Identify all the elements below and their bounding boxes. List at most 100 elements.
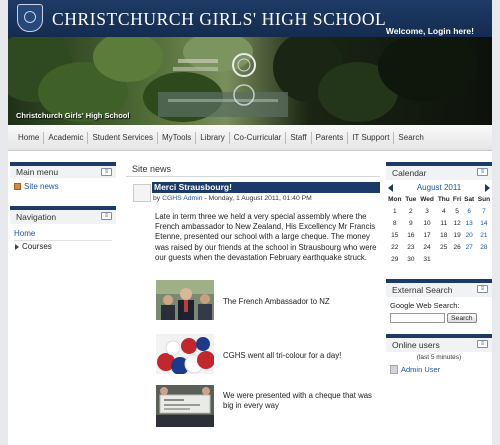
calendar-day[interactable]: 13 — [463, 217, 476, 229]
calendar-day[interactable]: 17 — [418, 229, 436, 241]
calendar-day[interactable]: 24 — [418, 241, 436, 253]
calendar-week: 8 9 10 11 12 13 14 — [386, 217, 492, 229]
block-control-icon[interactable]: ≡ — [101, 168, 112, 176]
calendar-day[interactable]: 31 — [418, 253, 436, 265]
navigation-title: Navigation — [16, 212, 57, 222]
photo-caption-ambassador: The French Ambassador to NZ — [223, 297, 330, 306]
user-icon — [390, 365, 398, 374]
calendar-day[interactable]: 27 — [463, 241, 476, 253]
weekday-wed: Wed — [420, 196, 434, 203]
external-search-header: External Search ≡ — [386, 279, 492, 297]
online-user-item[interactable]: Admin User — [386, 365, 492, 374]
nav-co-curricular[interactable]: Co-Curricular — [230, 131, 287, 144]
calendar-day[interactable]: 18 — [436, 229, 452, 241]
nav-student-services[interactable]: Student Services — [88, 131, 158, 144]
main-menu-header: Main menu ≡ — [10, 162, 116, 178]
banner-caption: Christchurch Girls' High School — [16, 111, 130, 120]
calendar-next-arrow-icon[interactable] — [485, 183, 490, 192]
photo-tri-colour[interactable] — [156, 334, 214, 374]
main-menu-block: Main menu ≡ Site news — [10, 162, 116, 195]
post-author-link[interactable]: CGHS Admin — [162, 195, 202, 202]
calendar-day[interactable]: 3 — [418, 205, 436, 217]
header-banner-photo: Christchurch Girls' High School — [8, 37, 492, 125]
nav-staff[interactable]: Staff — [286, 131, 312, 144]
calendar-day[interactable]: 6 — [463, 205, 476, 217]
external-search-block: External Search ≡ Google Web Search: Sea… — [386, 279, 492, 327]
menu-item-site-news[interactable]: Site news — [14, 182, 112, 191]
google-search-label: Google Web Search: — [390, 301, 460, 310]
calendar-day[interactable]: 7 — [476, 205, 492, 217]
calendar-day[interactable]: 20 — [463, 229, 476, 241]
right-column: Calendar ≡ August 2011 Mon Tue Wed Thu F… — [386, 162, 492, 374]
weekday-mon: Mon — [388, 196, 402, 203]
calendar-day[interactable]: 9 — [404, 217, 419, 229]
calendar-day[interactable] — [452, 253, 463, 265]
post-body: Late in term three we held a very specia… — [155, 212, 377, 262]
site-news-heading: Site news — [126, 162, 380, 177]
school-crest-logo[interactable] — [17, 4, 43, 32]
calendar-day[interactable]: 21 — [476, 229, 492, 241]
nav-library[interactable]: Library — [196, 131, 230, 144]
calendar-day[interactable]: 16 — [404, 229, 419, 241]
calendar-day[interactable]: 1 — [386, 205, 404, 217]
nav-academic[interactable]: Academic — [44, 131, 89, 144]
block-control-icon[interactable]: ≡ — [477, 168, 488, 176]
photo-cheque[interactable] — [156, 385, 214, 427]
google-search-button[interactable]: Search — [447, 313, 477, 323]
site-header: Christchurch Girls' High School Welcome,… — [8, 0, 492, 37]
calendar-day[interactable]: 2 — [404, 205, 419, 217]
calendar-day[interactable] — [463, 253, 476, 265]
calendar-grid: Mon Tue Wed Thu Fri Sat Sun 1 2 3 4 5 6 … — [386, 194, 492, 265]
weekday-sun: Sun — [477, 196, 491, 203]
site-title[interactable]: Christchurch Girls' High School — [52, 9, 386, 30]
calendar-week: 22 23 24 25 26 27 28 — [386, 241, 492, 253]
nav-tree-courses[interactable]: Courses — [14, 241, 112, 253]
news-icon — [14, 183, 21, 190]
left-column: Main menu ≡ Site news Navigation ≡ Home … — [10, 162, 116, 257]
calendar-day[interactable]: 19 — [452, 229, 463, 241]
weekday-thu: Thu — [437, 196, 450, 203]
calendar-prev-arrow-icon[interactable] — [388, 183, 393, 192]
calendar-day[interactable]: 22 — [386, 241, 404, 253]
calendar-day[interactable] — [476, 253, 492, 265]
calendar-day[interactable]: 8 — [386, 217, 404, 229]
block-control-icon[interactable]: ≡ — [477, 285, 488, 293]
calendar-header: Calendar ≡ — [386, 162, 492, 180]
calendar-day[interactable]: 5 — [452, 205, 463, 217]
calendar-week: 1 2 3 4 5 6 7 — [386, 205, 492, 217]
block-control-icon[interactable]: ≡ — [101, 212, 112, 220]
online-user-name[interactable]: Admin User — [401, 365, 440, 374]
photo-caption-cheque: We were presented with a cheque that was… — [223, 391, 372, 410]
google-search-input[interactable] — [390, 313, 445, 323]
calendar-day[interactable]: 29 — [386, 253, 404, 265]
calendar-day[interactable]: 26 — [452, 241, 463, 253]
calendar-day[interactable]: 10 — [418, 217, 436, 229]
calendar-day[interactable]: 4 — [436, 205, 452, 217]
calendar-month-nav: August 2011 — [386, 180, 492, 194]
nav-search[interactable]: Search — [394, 132, 427, 144]
calendar-day[interactable]: 28 — [476, 241, 492, 253]
calendar-day[interactable]: 12 — [452, 217, 463, 229]
photo-ambassador[interactable] — [156, 280, 214, 320]
nav-home[interactable]: Home — [14, 131, 45, 144]
main-nav-bar: Home Academic Student Services MyTools L… — [8, 125, 492, 151]
nav-it-support[interactable]: IT Support — [348, 131, 395, 144]
navigation-block: Navigation ≡ Home Courses — [10, 206, 116, 257]
nav-tree-home[interactable]: Home — [14, 228, 112, 241]
online-users-block: Online users ≡ (last 5 minutes) Admin Us… — [386, 334, 492, 374]
login-link[interactable]: Welcome, Login here! — [386, 26, 474, 36]
calendar-month-label[interactable]: August 2011 — [417, 183, 461, 192]
calendar-day[interactable]: 15 — [386, 229, 404, 241]
calendar-day[interactable]: 30 — [404, 253, 419, 265]
calendar-day[interactable]: 23 — [404, 241, 419, 253]
menu-item-label[interactable]: Site news — [24, 182, 59, 191]
calendar-day[interactable]: 11 — [436, 217, 452, 229]
author-avatar[interactable] — [133, 184, 151, 202]
calendar-day[interactable] — [436, 253, 452, 265]
calendar-block: Calendar ≡ August 2011 Mon Tue Wed Thu F… — [386, 162, 492, 265]
nav-mytools[interactable]: MyTools — [158, 131, 197, 144]
nav-parents[interactable]: Parents — [312, 131, 349, 144]
block-control-icon[interactable]: ≡ — [477, 340, 488, 348]
calendar-day[interactable]: 25 — [436, 241, 452, 253]
calendar-day[interactable]: 14 — [476, 217, 492, 229]
